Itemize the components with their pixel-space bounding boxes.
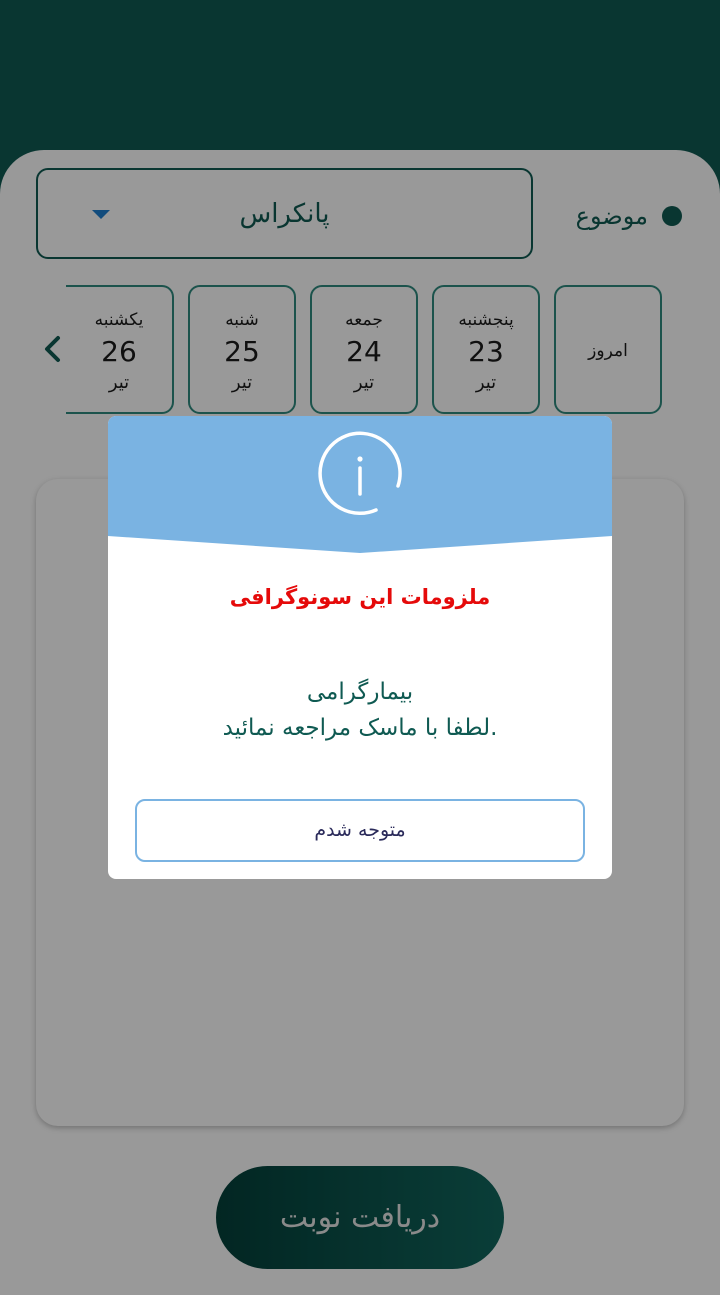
dialog-message-line1: بیمارگرامی (306, 679, 414, 705)
dialog-title: ملزومات این سونوگرافی (229, 585, 491, 609)
info-dialog: ملزومات این سونوگرافی بیمارگرامی لطفا با… (108, 416, 612, 879)
dialog-message: بیمارگرامی لطفا با ماسک مراجعه نمائید. (128, 674, 592, 746)
understood-button[interactable]: متوجه شدم (135, 799, 585, 862)
dialog-message-line2: لطفا با ماسک مراجعه نمائید. (222, 715, 498, 741)
dialog-header (108, 416, 612, 553)
